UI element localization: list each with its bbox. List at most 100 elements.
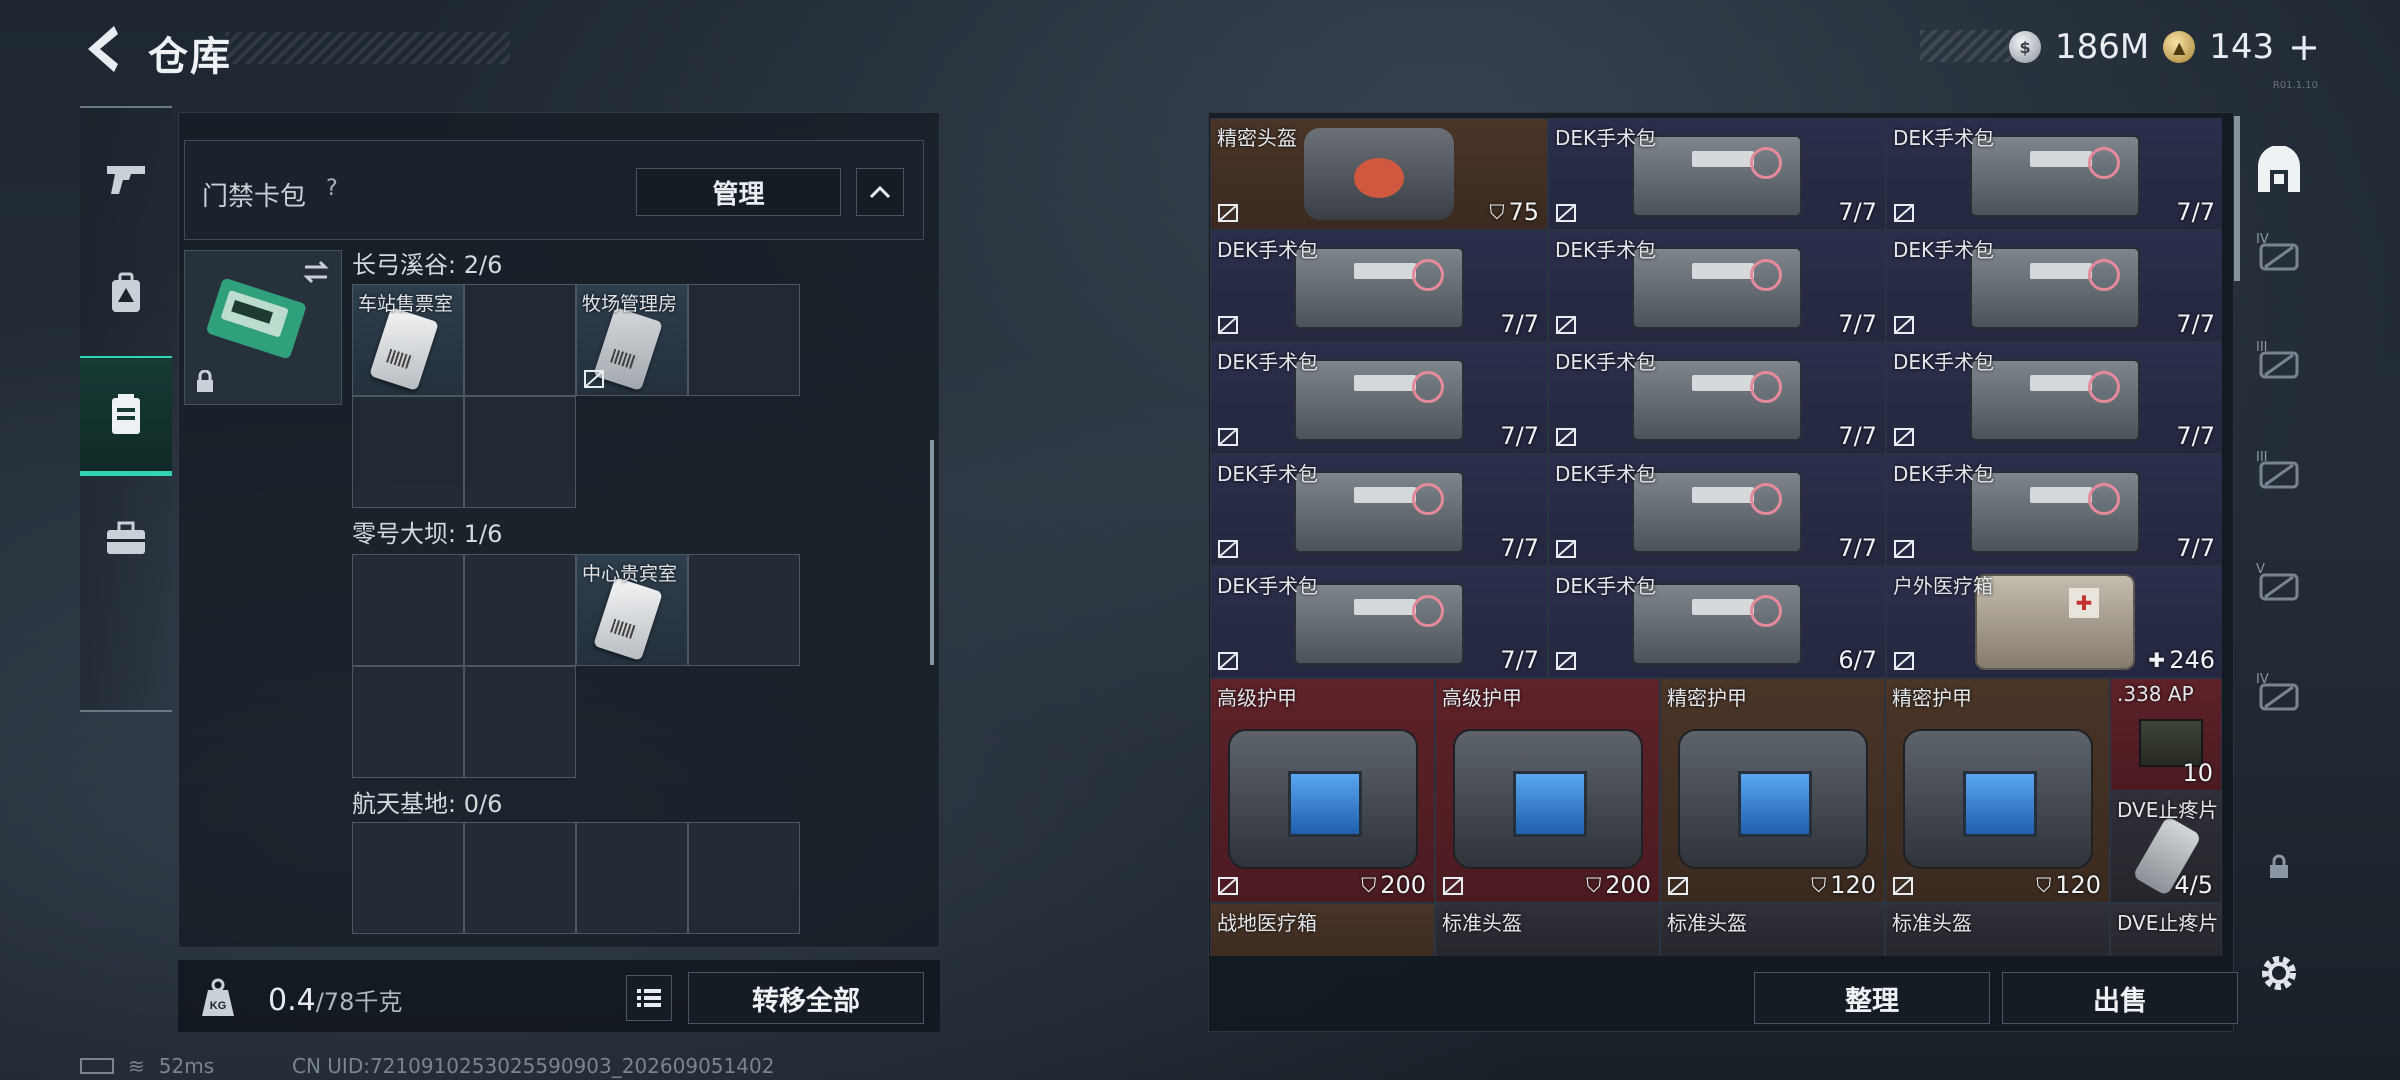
first-aid-kit-image [1970,359,2140,442]
right-scrollbar[interactable] [2234,116,2240,281]
inventory-item[interactable]: DEK手术包 7/7 [1548,342,1886,454]
inventory-item[interactable]: DEK手术包 6/7 [1548,566,1886,678]
nav-keycard[interactable] [80,356,172,476]
item-name: DEK手术包 [1217,462,1319,486]
keycard-slot[interactable] [464,554,576,666]
item-value: 7/7 [2176,310,2215,338]
no-sell-icon [1218,540,1238,558]
inventory-item[interactable]: .338 AP 10 [2110,678,2222,791]
item-value: 7/7 [1500,310,1539,338]
weight-max: /78千克 [315,988,403,1016]
area-title: 长弓溪谷: 2/6 [352,251,503,279]
weight-text: 0.4/78千克 [268,982,402,1018]
keycard-slot[interactable] [464,396,576,508]
manage-button[interactable]: 管理 [636,168,841,216]
inventory-item[interactable]: DEK手术包 7/7 [1210,454,1548,566]
inventory-item[interactable]: 高级护甲 ⛉ 200 [1210,678,1435,903]
container-tab[interactable] [2250,142,2308,200]
armor-slot[interactable]: III [2250,334,2308,392]
sell-button[interactable]: 出售 [2002,972,2238,1024]
backpack-slot[interactable]: V [2250,556,2308,614]
keycard-pack-label: 门禁卡包 [202,182,307,212]
keycard-slot[interactable] [464,822,576,934]
shield-icon: ⛉ [1361,873,1377,897]
weight-icon: KG [196,976,240,1020]
inventory-item[interactable]: DEK手术包 7/7 [1548,454,1886,566]
keycard-slot[interactable]: 中心贵宾室 [576,554,688,666]
inventory-item[interactable]: DEK手术包 7/7 [1886,230,2222,342]
inventory-item[interactable]: 精密头盔 ⛉ 75 [1210,118,1548,230]
back-button[interactable] [78,22,126,76]
svg-text:KG: KG [210,1000,227,1012]
no-sell-icon [1894,204,1914,222]
inventory-item[interactable]: DEK手术包 7/7 [1548,118,1886,230]
keycard-slot[interactable] [688,284,800,396]
inventory-item[interactable]: DEK手术包 7/7 [1886,342,2222,454]
inventory-item[interactable]: DVE止疼片 [2110,903,2222,956]
swap-icon[interactable] [301,259,331,289]
item-name: DEK手术包 [1217,350,1319,374]
inventory-item[interactable]: 标准头盔 [1660,903,1885,956]
item-value: 7/7 [1500,534,1539,562]
inventory-item[interactable]: 标准头盔 [1435,903,1660,956]
keycard-slot[interactable] [464,284,576,396]
weight-current: 0.4 [268,983,316,1018]
keycard-name: 牧场管理房 [582,293,678,315]
keycard-name: 车站售票室 [358,293,454,315]
inventory-item[interactable]: 户外医疗箱 ✚246 [1886,566,2222,678]
item-name: 标准头盔 [1442,911,1522,935]
no-sell-icon [1894,428,1914,446]
helmet-slot[interactable]: IV [2250,226,2308,284]
keycard-slot[interactable] [352,554,464,666]
inventory-item[interactable]: DEK手术包 7/7 [1886,118,2222,230]
keycard-slot[interactable]: 牧场管理房 [576,284,688,396]
inventory-item[interactable]: 精密护甲 ⛉ 120 [1885,678,2110,903]
gear-icon [2262,956,2296,990]
keycard-slot[interactable]: 车站售票室 [352,284,464,396]
help-icon[interactable]: ? [326,176,338,201]
item-value: 7/7 [1500,646,1539,674]
no-sell-icon [1893,877,1913,895]
backpack-icon [112,272,140,312]
inventory-item[interactable]: 高级护甲 ⛉ 200 [1435,678,1660,903]
inventory-item[interactable]: DEK手术包 7/7 [1886,454,2222,566]
inventory-item[interactable]: DEK手术包 7/7 [1210,230,1548,342]
list-view-button[interactable] [626,975,672,1021]
keycard-slot[interactable] [352,396,464,508]
inventory-item[interactable]: 标准头盔 [1885,903,2110,956]
keycard-slot[interactable] [688,822,800,934]
inventory-item[interactable]: 精密护甲 ⛉ 120 [1660,678,1885,903]
left-scrollbar[interactable] [930,440,934,665]
nav-backpack[interactable] [80,234,172,354]
keycard-slot[interactable] [352,666,464,778]
inventory-item[interactable]: DVE止疼片 4/5 [2110,790,2222,903]
shield-icon: ⛉ [1489,200,1505,224]
nav-weapon[interactable] [80,118,172,238]
lock[interactable] [2250,838,2308,896]
first-aid-kit-image [1970,471,2140,554]
currency-display: $ 186M ▲ 143 + [2009,22,2320,72]
inventory-item[interactable]: DEK手术包 7/7 [1210,342,1548,454]
keycard-slot[interactable] [576,822,688,934]
pouch-slot[interactable]: IV [2250,666,2308,724]
inventory-item[interactable]: 战地医疗箱 [1210,903,1435,956]
rig-slot[interactable]: III [2250,444,2308,502]
inventory-item[interactable]: DEK手术包 7/7 [1210,566,1548,678]
keycard-image [369,307,439,391]
add-currency-icon[interactable]: + [2288,25,2320,69]
gun-icon [107,166,145,194]
sort-button[interactable]: 整理 [1754,972,1990,1024]
keycard-slot[interactable] [688,554,800,666]
keycard-pack-thumbnail[interactable] [184,250,342,405]
nav-toolbox[interactable] [80,478,172,598]
collapse-button[interactable] [856,168,904,216]
first-aid-kit-image [1632,471,1802,554]
item-name: DEK手术包 [1217,238,1319,262]
inventory-item[interactable]: DEK手术包 7/7 [1548,230,1886,342]
keycard-slot[interactable] [464,666,576,778]
shield-icon: ⛉ [1586,873,1602,897]
settings-button[interactable] [2256,950,2302,996]
item-name: 战地医疗箱 [1217,911,1317,935]
keycard-slot[interactable] [352,822,464,934]
transfer-all-button[interactable]: 转移全部 [688,972,924,1024]
